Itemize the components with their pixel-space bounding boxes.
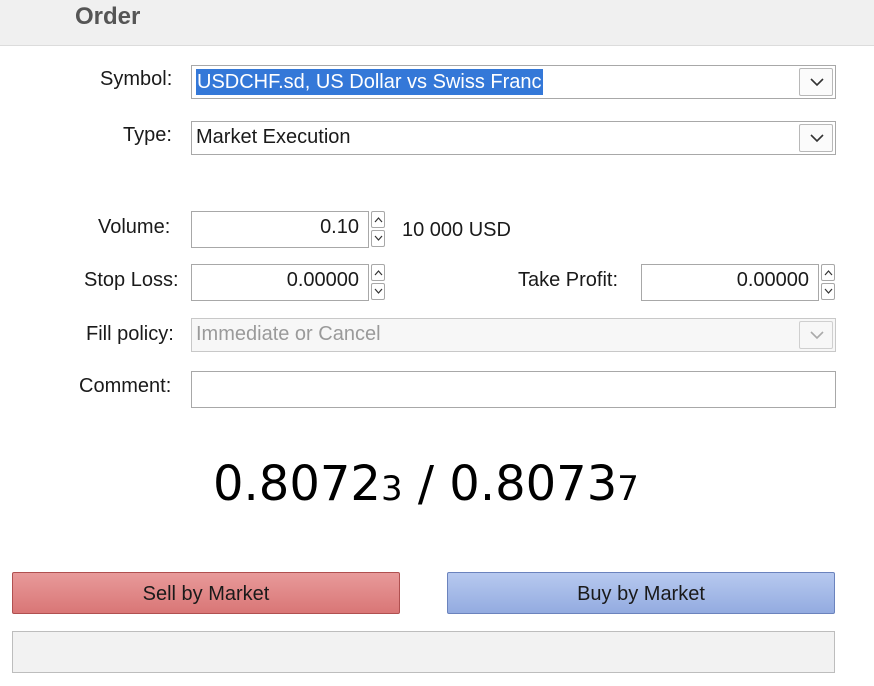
chevron-up-icon: [824, 270, 833, 276]
buy-by-market-button[interactable]: Buy by Market: [447, 572, 835, 614]
comment-label: Comment:: [79, 375, 172, 397]
symbol-label: Symbol:: [100, 68, 173, 90]
quote-display: 0.80723 / 0.80737: [213, 456, 639, 512]
bid-price-main: 0.8072: [213, 456, 381, 512]
fill-policy-dropdown-button: [799, 321, 833, 349]
take-profit-input[interactable]: 0.00000: [641, 264, 819, 301]
volume-value: 0.10: [320, 216, 359, 238]
window-title: Order: [75, 3, 141, 30]
stop-loss-down-button[interactable]: [371, 283, 385, 300]
symbol-dropdown-button[interactable]: [799, 68, 833, 96]
chevron-down-icon: [824, 288, 833, 294]
volume-input[interactable]: 0.10: [191, 211, 369, 248]
take-profit-up-button[interactable]: [821, 264, 835, 281]
type-dropdown-button[interactable]: [799, 124, 833, 152]
take-profit-label: Take Profit:: [518, 269, 619, 291]
ask-price-main: 0.8073: [449, 456, 618, 512]
take-profit-down-button[interactable]: [821, 283, 835, 300]
volume-down-button[interactable]: [371, 230, 385, 247]
fill-policy-label: Fill policy:: [86, 323, 174, 345]
stop-loss-value: 0.00000: [286, 269, 359, 291]
type-label: Type:: [123, 124, 172, 146]
volume-label: Volume:: [98, 216, 171, 238]
stop-loss-input[interactable]: 0.00000: [191, 264, 369, 301]
stop-loss-up-button[interactable]: [371, 264, 385, 281]
title-bar: Order: [0, 0, 874, 46]
chevron-down-icon: [810, 134, 824, 143]
take-profit-value: 0.00000: [736, 269, 809, 291]
stop-loss-stepper[interactable]: [371, 264, 385, 301]
chevron-down-icon: [374, 235, 383, 241]
chevron-up-icon: [374, 270, 383, 276]
chevron-down-icon: [810, 78, 824, 87]
volume-equivalent: 10 000 USD: [402, 219, 511, 241]
status-bar: [12, 631, 835, 673]
stop-loss-label: Stop Loss:: [84, 269, 179, 291]
chevron-down-icon: [374, 288, 383, 294]
fill-policy-select: Immediate or Cancel: [191, 318, 836, 352]
fill-policy-value: Immediate or Cancel: [196, 323, 381, 345]
comment-input[interactable]: [191, 371, 836, 408]
price-separator: /: [417, 456, 435, 512]
ask-price-pip: 7: [617, 469, 639, 509]
symbol-select[interactable]: USDCHF.sd, US Dollar vs Swiss Franc: [191, 65, 836, 99]
type-select[interactable]: Market Execution: [191, 121, 836, 155]
take-profit-stepper[interactable]: [821, 264, 835, 301]
sell-by-market-button[interactable]: Sell by Market: [12, 572, 400, 614]
chevron-up-icon: [374, 217, 383, 223]
type-value: Market Execution: [196, 126, 351, 148]
bid-price-pip: 3: [380, 469, 403, 509]
chevron-down-icon: [810, 331, 824, 340]
volume-stepper[interactable]: [371, 211, 385, 248]
volume-up-button[interactable]: [371, 211, 385, 228]
symbol-value: USDCHF.sd, US Dollar vs Swiss Franc: [196, 69, 543, 95]
